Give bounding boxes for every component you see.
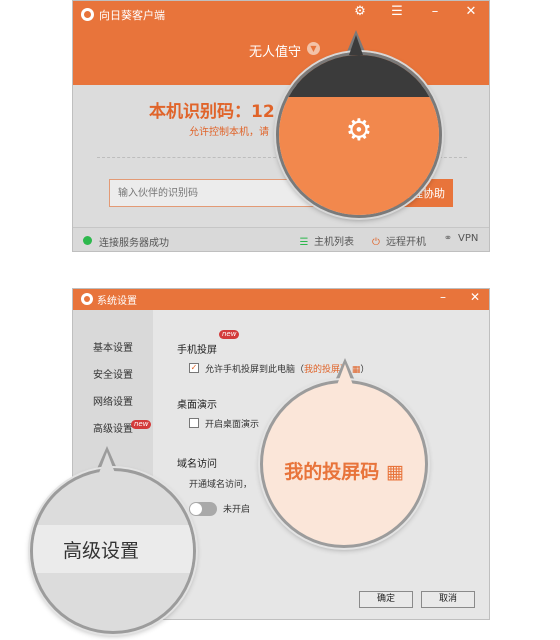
status-online-icon — [83, 236, 92, 245]
advanced-callout: 高级设置 — [63, 540, 140, 562]
sidebar-item-network[interactable]: 网络设置 — [93, 393, 133, 408]
device-id: 本机识别码：12 — [149, 102, 275, 122]
sidebar-item-advanced[interactable]: 高级设置 — [93, 420, 133, 435]
allow-control-text: 允许控制本机，请 — [189, 127, 269, 138]
list-icon: ☰ — [299, 237, 309, 248]
new-badge: new — [131, 420, 152, 429]
desktop-demo-option: 开启桌面演示 — [205, 420, 260, 430]
screen-cast-checkbox[interactable]: ✓ — [189, 363, 199, 373]
power-icon: ⏻ — [372, 237, 380, 248]
screen-cast-title: 手机投屏 — [177, 345, 217, 356]
connection-status: 连接服务器成功 — [99, 238, 169, 249]
advanced-magnifier: 高级设置 — [30, 468, 196, 634]
settings-title-bar: 系统设置 – ✕ — [73, 289, 489, 310]
sidebar-item-basic[interactable]: 基本设置 — [93, 339, 133, 354]
new-badge: new — [219, 330, 240, 339]
chevron-down-icon[interactable]: ▼ — [307, 42, 320, 55]
gear-icon: ⚙ — [345, 113, 373, 148]
app-logo-icon — [81, 8, 94, 21]
desktop-demo-title: 桌面演示 — [177, 400, 217, 411]
cancel-button[interactable]: 取消 — [421, 591, 475, 608]
host-list-link[interactable]: ☰ 主机列表 — [297, 233, 354, 248]
sidebar-item-security[interactable]: 安全设置 — [93, 366, 133, 381]
minimize-icon[interactable]: – — [433, 290, 453, 304]
domain-access-title: 域名访问 — [177, 459, 217, 470]
vpn-icon: ⚭ — [443, 233, 453, 244]
status-bar: 连接服务器成功 ☰ 主机列表 ⏻ 远程开机 ⚭ VPN — [73, 227, 489, 251]
check-icon: ✓ — [190, 363, 198, 372]
remote-boot-link[interactable]: ⏻ 远程开机 — [369, 233, 426, 248]
settings-magnifier: ⚙ — [276, 52, 442, 218]
screen-code-magnifier: 我的投屏码 ▦ — [260, 380, 428, 548]
qr-icon: ▦ — [379, 461, 404, 483]
app-logo-icon — [81, 293, 93, 305]
vpn-link[interactable]: ⚭ VPN — [441, 233, 479, 244]
gear-icon[interactable]: ⚙ — [350, 4, 370, 19]
domain-access-desc: 开通域名访问， — [189, 480, 253, 490]
menu-icon[interactable]: ☰ — [387, 4, 407, 19]
close-icon[interactable]: ✕ — [465, 290, 485, 304]
window-title: 向日葵客户端 — [99, 9, 165, 22]
close-icon[interactable]: ✕ — [461, 4, 481, 19]
ok-button[interactable]: 确定 — [359, 591, 413, 608]
minimize-icon[interactable]: – — [425, 4, 445, 19]
domain-access-toggle[interactable] — [189, 502, 217, 516]
desktop-demo-checkbox[interactable] — [189, 418, 199, 428]
screen-code-callout: 我的投屏码 ▦ — [284, 461, 404, 483]
settings-window-title: 系统设置 — [97, 296, 137, 307]
domain-access-status: 未开启 — [223, 505, 251, 515]
